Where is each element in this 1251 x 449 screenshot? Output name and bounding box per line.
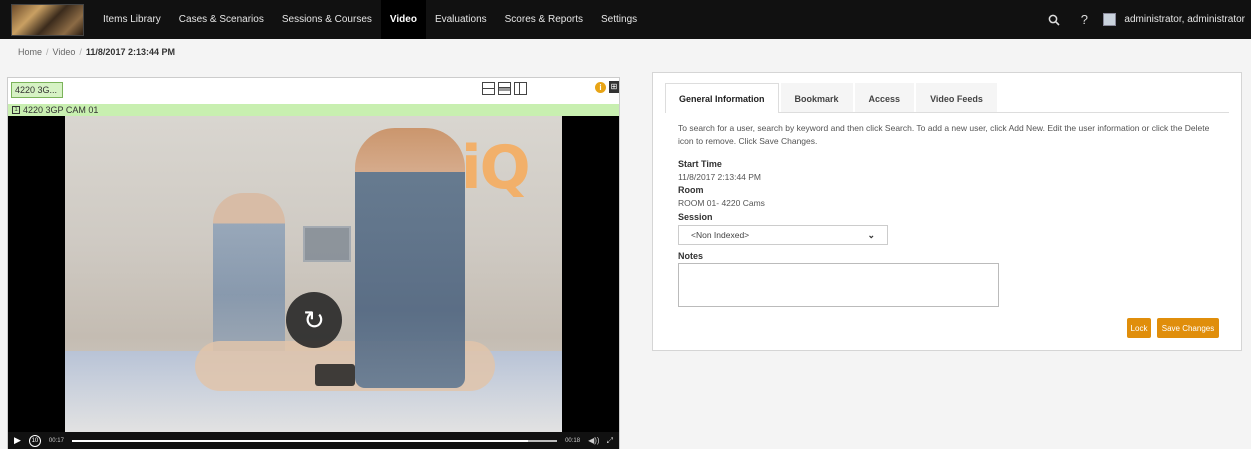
volume-icon[interactable]: ◀)) <box>588 436 599 445</box>
tab-access[interactable]: Access <box>854 83 915 112</box>
info-icon[interactable]: i <box>595 82 606 93</box>
help-icon[interactable]: ? <box>1073 12 1095 27</box>
tab-bookmark[interactable]: Bookmark <box>780 83 853 112</box>
replay-icon[interactable]: ↻ <box>286 292 342 348</box>
room-label: Room <box>678 185 704 195</box>
search-icon[interactable] <box>1043 14 1065 26</box>
breadcrumb-current: 11/8/2017 2:13:44 PM <box>85 47 175 57</box>
pin-icon[interactable]: ⊞ <box>609 81 619 93</box>
play-icon[interactable]: ▶ <box>14 435 21 446</box>
instructions-text: To search for a user, search by keyword … <box>678 123 1210 146</box>
nav-settings[interactable]: Settings <box>592 0 646 39</box>
notes-textarea[interactable] <box>678 263 999 307</box>
camera-title-bar: 1 4220 3GP CAM 01 <box>8 104 619 116</box>
rewind-10-icon[interactable]: 10 <box>28 434 41 447</box>
nav-cases-scenarios[interactable]: Cases & Scenarios <box>170 0 273 39</box>
chevron-down-icon: ⌄ <box>867 229 875 240</box>
seek-bar-progress <box>71 439 528 442</box>
breadcrumb-separator: / <box>46 47 49 57</box>
breadcrumb: Home / Video / 11/8/2017 2:13:44 PM <box>18 47 175 57</box>
notes-label: Notes <box>678 251 704 261</box>
nav-items-library[interactable]: Items Library <box>94 0 170 39</box>
username[interactable]: administrator, administrator <box>1124 14 1245 25</box>
breadcrumb-separator: / <box>79 47 82 57</box>
app-logo[interactable] <box>11 3 84 36</box>
nav-scores-reports[interactable]: Scores & Reports <box>496 0 592 39</box>
camera-name: 4220 3GP CAM 01 <box>23 105 99 115</box>
layout-grid-icon[interactable] <box>514 82 527 95</box>
start-time-value: 11/8/2017 2:13:44 PM <box>678 172 762 182</box>
start-time-label: Start Time <box>678 159 722 169</box>
video-background-logo: iQ <box>461 133 531 203</box>
tab-video-feeds[interactable]: Video Feeds <box>916 83 997 112</box>
video-player[interactable]: iQ ↻ ▶ 10 00:17 00:18 ◀)) ⤢ <box>8 116 619 449</box>
video-monitor-shape <box>303 226 351 262</box>
fullscreen-icon[interactable]: ⤢ <box>607 436 613 446</box>
video-cuff-shape <box>315 364 355 386</box>
room-value: ROOM 01- 4220 Cams <box>678 198 765 208</box>
nav-sessions-courses[interactable]: Sessions & Courses <box>273 0 381 39</box>
current-time: 00:17 <box>48 437 64 444</box>
breadcrumb-home[interactable]: Home <box>18 47 42 57</box>
breadcrumb-video[interactable]: Video <box>53 47 76 57</box>
lock-button[interactable]: Lock <box>1127 318 1151 338</box>
nav-right-group: ? administrator, administrator <box>1043 0 1245 39</box>
seek-bar[interactable] <box>71 439 558 442</box>
total-time: 00:18 <box>565 437 581 444</box>
info-panel: General Information Bookmark Access Vide… <box>652 72 1242 351</box>
session-select[interactable]: <Non Indexed> ⌄ <box>678 225 888 245</box>
layout-single-icon[interactable] <box>482 82 495 95</box>
video-panel: 4220 3G... i ⊞ 1 4220 3GP CAM 01 iQ ↻ ▶ … <box>7 77 620 449</box>
video-person-shape <box>213 193 285 363</box>
session-label: Session <box>678 212 713 222</box>
info-tabs: General Information Bookmark Access Vide… <box>665 83 1229 113</box>
nav-video[interactable]: Video <box>380 0 426 39</box>
save-changes-button[interactable]: Save Changes <box>1157 318 1219 338</box>
avatar[interactable] <box>1103 13 1117 26</box>
video-nurse-shape <box>355 128 465 388</box>
layout-toggle-group <box>482 82 527 95</box>
video-frame: iQ <box>65 116 562 432</box>
layout-split-icon[interactable] <box>498 82 511 95</box>
camera-select[interactable]: 4220 3G... <box>11 82 63 98</box>
camera-number-icon: 1 <box>12 106 20 114</box>
session-select-value: <Non Indexed> <box>691 230 750 240</box>
tab-general-information[interactable]: General Information <box>665 83 779 113</box>
nav-evaluations[interactable]: Evaluations <box>426 0 496 39</box>
player-controls: ▶ 10 00:17 00:18 ◀)) ⤢ <box>8 432 619 449</box>
top-nav: Items Library Cases & Scenarios Sessions… <box>0 0 1251 39</box>
